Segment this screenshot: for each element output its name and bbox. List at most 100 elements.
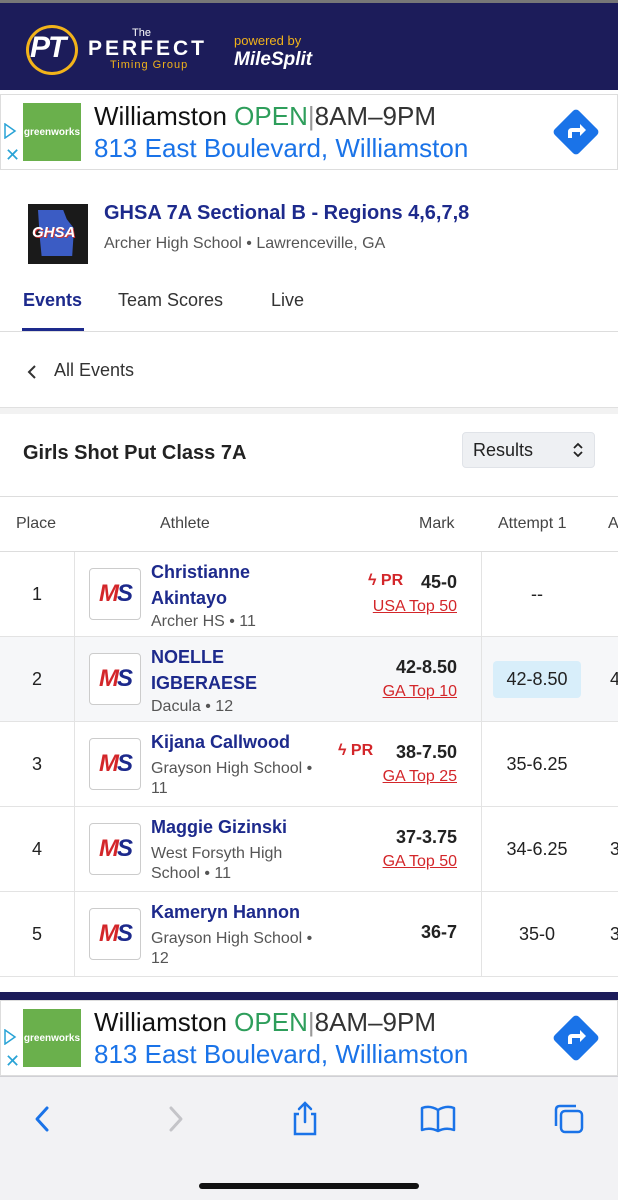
footer-band <box>0 992 618 1000</box>
attempt-1: 35-6.25 <box>506 753 568 774</box>
ad-business: Williamston <box>94 1007 227 1037</box>
attempt-2: 3 <box>610 839 618 859</box>
tab-live[interactable]: Live <box>271 290 304 311</box>
results-table: Place Athlete Mark Attempt 1 A 1 MS Chri… <box>0 496 618 992</box>
event-title: Girls Shot Put Class 7A <box>23 442 247 464</box>
table-row[interactable]: 3 MS Kijana Callwood Grayson High School… <box>0 722 618 807</box>
mark-cell: ϟ PR 45-0 USA Top 50 <box>340 552 482 636</box>
ad-address: 813 East Boulevard, Williamston <box>94 133 469 163</box>
back-icon[interactable] <box>22 1099 62 1139</box>
all-events-link[interactable]: All Events <box>0 346 618 408</box>
place: 1 <box>0 552 75 636</box>
milesplit-team-logo: MS <box>89 568 141 620</box>
ad-banner-bottom[interactable]: ✕ greenworks Williamston OPEN|8AM–9PM 81… <box>0 1000 618 1076</box>
results-select[interactable]: Results <box>462 432 595 468</box>
table-row[interactable]: 2 MS NOELLE IGBERAESE Dacula • 12 42-8.5… <box>0 637 618 722</box>
athlete-team: Grayson High School • 11 <box>151 760 313 797</box>
brand-text: The PERFECT Timing Group <box>88 27 207 71</box>
athlete-team: Grayson High School • 12 <box>151 930 313 967</box>
meet-title[interactable]: GHSA 7A Sectional B - Regions 4,6,7,8 <box>104 202 469 225</box>
rank-link[interactable]: GA Top 10 <box>383 683 457 701</box>
mark-cell: 37-3.75 GA Top 50 <box>340 807 482 891</box>
athlete-team: Dacula • 12 <box>151 698 234 715</box>
header-mark[interactable]: Mark <box>419 515 455 533</box>
bolt-icon: ϟ <box>338 742 347 759</box>
attempt-1: 35-0 <box>518 923 556 944</box>
ad-hours: 8AM–9PM <box>314 101 436 131</box>
mark-cell: ϟ PR 38-7.50 GA Top 25 <box>338 722 482 806</box>
rank-link[interactable]: USA Top 50 <box>373 598 457 616</box>
powered-by-label: powered by <box>234 33 302 48</box>
bolt-icon: ϟ <box>368 572 377 589</box>
ad-close-icon[interactable]: ✕ <box>5 1051 20 1072</box>
header-attempt-2[interactable]: A <box>608 515 618 533</box>
ad-info-icon[interactable] <box>3 122 21 141</box>
meet-tabs: Events Team Scores Live <box>0 286 618 332</box>
milesplit-team-logo: MS <box>89 653 141 705</box>
rank-link[interactable]: GA Top 50 <box>383 853 457 871</box>
pt-letters: PT <box>30 31 66 64</box>
table-row[interactable]: 5 MS Kameryn Hannon Grayson High School … <box>0 892 618 977</box>
attempt-1: 34-6.25 <box>506 838 568 859</box>
mark-value: 38-7.50 <box>395 742 457 762</box>
header-athlete[interactable]: Athlete <box>160 515 210 533</box>
bookmarks-icon[interactable] <box>418 1099 458 1139</box>
ad-separator: | <box>307 101 315 131</box>
place: 5 <box>0 892 75 976</box>
ad-separator: | <box>307 1007 315 1037</box>
athlete-name[interactable]: Christianne Akintayo <box>151 559 301 611</box>
athlete-name[interactable]: Maggie Gizinski <box>151 814 321 840</box>
results-select-value: Results <box>473 440 534 460</box>
forward-icon[interactable] <box>156 1099 196 1139</box>
ad-address: 813 East Boulevard, Williamston <box>94 1039 469 1069</box>
attempt-1: 42-8.50 <box>482 637 592 721</box>
directions-icon[interactable] <box>549 105 603 159</box>
home-indicator[interactable] <box>199 1183 419 1189</box>
active-tab-indicator <box>22 328 84 331</box>
place: 2 <box>0 637 75 721</box>
table-header: Place Athlete Mark Attempt 1 A <box>0 497 618 552</box>
athlete-team: Archer HS • 11 <box>151 613 256 630</box>
pr-badge: ϟ PR <box>368 572 404 589</box>
tab-events[interactable]: Events <box>23 290 82 311</box>
page: PT The PERFECT Timing Group powered by M… <box>0 0 618 1200</box>
rank-link[interactable]: GA Top 25 <box>383 768 457 786</box>
mark-value: 45-0 <box>420 572 457 592</box>
ad-banner-top[interactable]: ✕ greenworks Williamston OPEN|8AM–9PM 81… <box>0 94 618 170</box>
tab-team-scores[interactable]: Team Scores <box>118 290 223 311</box>
directions-icon[interactable] <box>549 1011 603 1065</box>
place: 3 <box>0 722 75 806</box>
athlete-team: West Forsyth High School • 11 <box>151 845 283 882</box>
milesplit-logo[interactable]: MileSplit <box>234 49 312 71</box>
mark-value: 42-8.50 <box>395 657 457 677</box>
pr-badge: ϟ PR <box>338 742 374 759</box>
athlete-name[interactable]: Kijana Callwood <box>151 729 321 755</box>
ad-info-icon[interactable] <box>3 1028 21 1047</box>
browser-toolbar <box>0 1076 618 1200</box>
milesplit-team-logo: MS <box>89 823 141 875</box>
table-row[interactable]: 1 MS Christianne Akintayo Archer HS • 11… <box>0 552 618 637</box>
attempt-2: 3 <box>610 924 618 944</box>
ad-close-icon[interactable]: ✕ <box>5 145 20 166</box>
perfect-timing-logo[interactable]: PT The PERFECT Timing Group <box>22 21 207 77</box>
greenworks-logo: greenworks <box>23 1009 81 1067</box>
select-arrows-icon <box>572 440 584 461</box>
share-icon[interactable] <box>285 1099 325 1139</box>
header-place[interactable]: Place <box>16 515 56 533</box>
table-row[interactable]: 4 MS Maggie Gizinski West Forsyth High S… <box>0 807 618 892</box>
site-header: PT The PERFECT Timing Group powered by M… <box>0 0 618 90</box>
mark-value: 36-7 <box>420 922 457 942</box>
event-header: Girls Shot Put Class 7A Results <box>0 414 618 496</box>
all-events-label: All Events <box>54 360 135 380</box>
ad-headline: Williamston OPEN|8AM–9PM <box>94 1007 436 1038</box>
tabs-icon[interactable] <box>549 1099 589 1139</box>
attempt-2: 4 <box>610 669 618 689</box>
athlete-name[interactable]: Kameryn Hannon <box>151 899 321 925</box>
athlete-name[interactable]: NOELLE IGBERAESE <box>151 644 301 696</box>
mark-value: 37-3.75 <box>395 827 457 847</box>
best-attempt-highlight: 42-8.50 <box>493 660 581 698</box>
ad-business: Williamston <box>94 101 227 131</box>
header-attempt-1[interactable]: Attempt 1 <box>498 515 566 533</box>
ad-hours: 8AM–9PM <box>314 1007 436 1037</box>
milesplit-team-logo: MS <box>89 908 141 960</box>
